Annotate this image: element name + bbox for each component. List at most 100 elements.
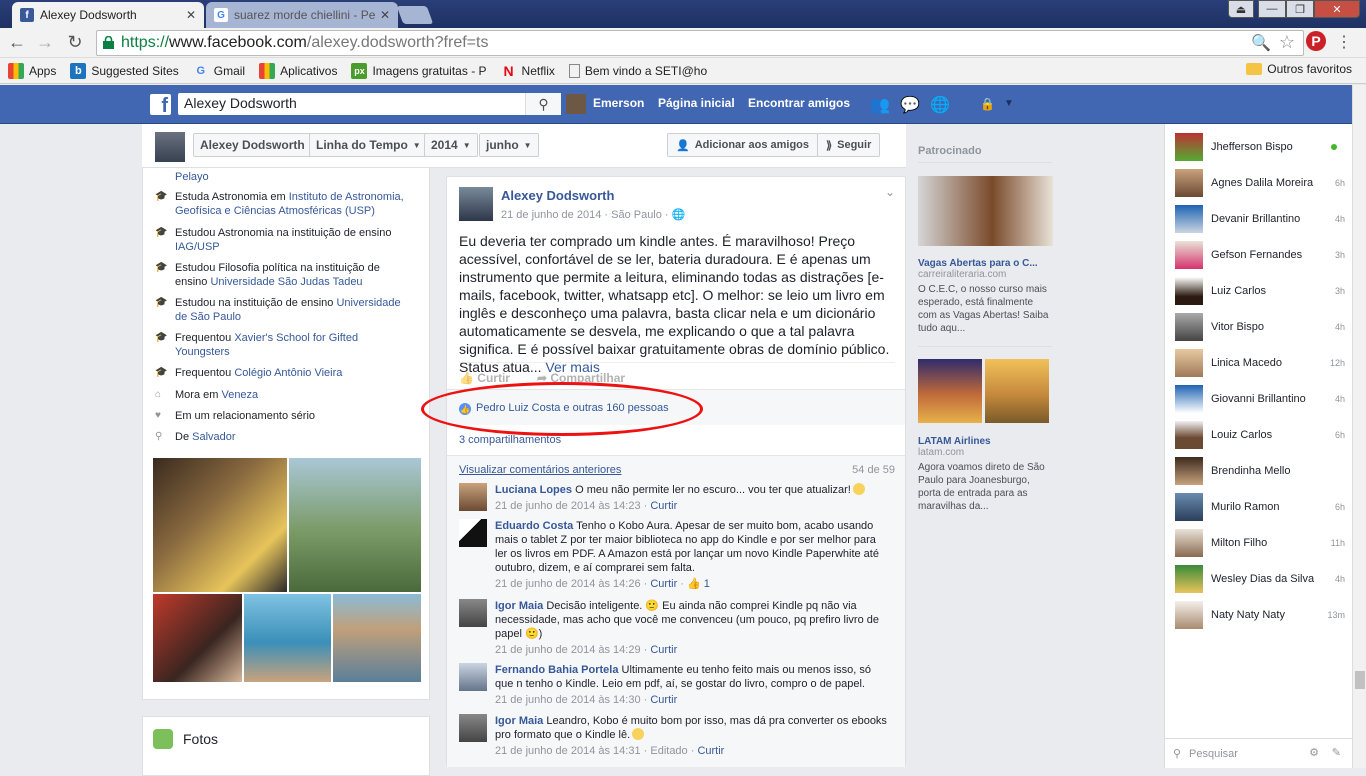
view-previous-comments-link[interactable]: Visualizar comentários anteriores (459, 464, 621, 476)
bookmark-aplicativos[interactable]: Aplicativos (259, 62, 337, 79)
back-arrow-icon[interactable]: ← (6, 32, 28, 53)
commenter-avatar[interactable] (459, 663, 487, 691)
commenter-name[interactable]: Igor Maia (495, 600, 543, 612)
ad-image-latam-2[interactable] (985, 359, 1049, 423)
close-tab-icon[interactable]: ✕ (380, 8, 390, 22)
chat-friend[interactable]: Naty Naty Naty 13m (1175, 600, 1345, 630)
comment-time[interactable]: 21 de junho de 2014 às 14:29 (495, 644, 641, 656)
bookmark-star-icon[interactable]: ☆ (1279, 32, 1295, 53)
ad-domain[interactable]: latam.com (918, 447, 1052, 458)
post-options-chevron-icon[interactable]: ⌄ (885, 185, 895, 199)
forward-arrow-icon[interactable]: → (34, 32, 56, 53)
user-avatar[interactable] (566, 94, 586, 114)
ad-domain[interactable]: carreiraliteraria.com (918, 269, 1052, 280)
follow-button[interactable]: ⟫ Seguir (817, 133, 881, 157)
close-window-button[interactable]: ✕ (1314, 0, 1360, 18)
account-menu-chevron-icon[interactable]: ▼ (1004, 98, 1014, 109)
profile-avatar[interactable] (155, 132, 185, 162)
intro-link[interactable]: Salvador (192, 431, 235, 443)
add-friend-button[interactable]: 👤 Adicionar aos amigos (667, 133, 819, 157)
tab-alexey-dodsworth[interactable]: f Alexey Dodsworth ✕ (12, 2, 204, 28)
bookmark-imagens-gratuitas[interactable]: px Imagens gratuitas - P (351, 62, 487, 79)
commenter-name[interactable]: Luciana Lopes (495, 484, 572, 496)
chat-friend[interactable]: Brendinha Mello (1175, 456, 1345, 486)
breadcrumb-name[interactable]: Alexey Dodsworth (193, 133, 312, 157)
notifications-globe-icon[interactable]: 🌐 (930, 95, 950, 115)
user-icon[interactable]: ⏏ (1228, 0, 1254, 18)
messages-icon[interactable]: 💬 (900, 95, 920, 115)
minimize-button[interactable]: — (1258, 0, 1286, 18)
comment-time[interactable]: 21 de junho de 2014 às 14:31 (495, 745, 641, 757)
featured-photo[interactable] (244, 594, 331, 682)
chat-settings-gear-icon[interactable]: ⚙ (1309, 746, 1319, 759)
photos-title[interactable]: Fotos (183, 731, 218, 747)
chat-friend[interactable]: Milton Filho 11h (1175, 528, 1345, 558)
chat-friend[interactable]: Luiz Carlos 3h (1175, 276, 1345, 306)
breadcrumb-timeline[interactable]: Linha do Tempo ▼ (309, 133, 428, 157)
like-button[interactable]: 👍 Curtir (459, 371, 510, 385)
reload-icon[interactable]: ↻ (64, 32, 86, 53)
comment-like-link[interactable]: Curtir (697, 745, 724, 757)
post-author-avatar[interactable] (459, 187, 493, 221)
friend-requests-icon[interactable]: 👥 (870, 95, 890, 115)
commenter-name[interactable]: Igor Maia (495, 715, 543, 727)
nav-user-profile[interactable]: Emerson (593, 96, 644, 110)
chat-friend[interactable]: Agnes Dalila Moreira 6h (1175, 168, 1345, 198)
chat-friend[interactable]: Vitor Bispo 4h (1175, 312, 1345, 342)
scrollbar-thumb[interactable] (1355, 671, 1365, 689)
tab-suarez[interactable]: G suarez morde chiellini - Pe ✕ (206, 2, 398, 28)
post-place[interactable]: São Paulo (611, 209, 662, 221)
ad-title[interactable]: Vagas Abertas para o C... (918, 258, 1052, 269)
chat-search-input[interactable]: ⚲ Pesquisar ⚙ ✎ (1165, 738, 1353, 768)
ad-image-latam-1[interactable] (918, 359, 982, 423)
bookmark-suggested-sites[interactable]: b Suggested Sites (70, 62, 179, 79)
address-bar[interactable]: https://www.facebook.com/alexey.dodswort… (96, 30, 1304, 56)
commenter-avatar[interactable] (459, 519, 487, 547)
other-bookmarks[interactable]: Outros favoritos (1246, 62, 1352, 76)
ad-title[interactable]: LATAM Airlines (918, 436, 1052, 447)
breadcrumb-month[interactable]: junho ▼ (479, 133, 539, 157)
commenter-avatar[interactable] (459, 483, 487, 511)
featured-photo[interactable] (333, 594, 421, 682)
featured-photo[interactable] (153, 458, 287, 592)
comment-time[interactable]: 21 de junho de 2014 às 14:23 (495, 500, 641, 512)
comment-like-link[interactable]: Curtir (650, 500, 677, 512)
chat-friend[interactable]: Linica Macedo 12h (1175, 348, 1345, 378)
chat-friend[interactable]: Louiz Carlos 6h (1175, 420, 1345, 450)
privacy-shortcuts-icon[interactable]: 🔒 (980, 97, 995, 111)
new-message-icon[interactable]: ✎ (1332, 746, 1341, 759)
commenter-name[interactable]: Eduardo Costa (495, 520, 573, 532)
comment-like-link[interactable]: Curtir (650, 644, 677, 656)
comment-likes-count[interactable]: 1 (704, 578, 710, 590)
bookmark-apps[interactable]: Apps (8, 62, 56, 79)
chat-friend[interactable]: Jhefferson Bispo (1175, 132, 1345, 162)
intro-link[interactable]: Universidade São Judas Tadeu (210, 276, 362, 288)
comment-like-link[interactable]: Curtir (650, 578, 677, 590)
commenter-name[interactable]: Fernando Bahia Portela (495, 664, 618, 676)
comment-time[interactable]: 21 de junho de 2014 às 14:26 (495, 578, 641, 590)
post-author-name[interactable]: Alexey Dodsworth (501, 188, 614, 203)
bookmark-gmail[interactable]: G Gmail (193, 63, 245, 79)
breadcrumb-year[interactable]: 2014 ▼ (424, 133, 478, 157)
new-tab-button[interactable] (396, 6, 434, 24)
facebook-logo-icon[interactable]: f (150, 94, 171, 116)
comment-like-link[interactable]: Curtir (650, 694, 677, 706)
nav-home[interactable]: Página inicial (658, 96, 735, 110)
close-tab-icon[interactable]: ✕ (186, 8, 196, 22)
search-icon[interactable]: ⚲ (525, 93, 561, 115)
comment-time[interactable]: 21 de junho de 2014 às 14:30 (495, 694, 641, 706)
maximize-button[interactable]: ❐ (1286, 0, 1314, 18)
commenter-avatar[interactable] (459, 714, 487, 742)
facebook-search-input[interactable]: Alexey Dodsworth ⚲ (178, 93, 561, 115)
featured-photo[interactable] (153, 594, 242, 682)
post-date[interactable]: 21 de junho de 2014 (501, 209, 601, 221)
pinterest-extension-icon[interactable]: P (1306, 31, 1326, 51)
page-scrollbar[interactable] (1352, 85, 1366, 768)
featured-photo[interactable] (289, 458, 421, 592)
intro-link[interactable]: Veneza (221, 389, 258, 401)
bookmark-netflix[interactable]: N Netflix (501, 63, 554, 79)
nav-find-friends[interactable]: Encontrar amigos (748, 96, 850, 110)
intro-link[interactable]: Pelayo (175, 171, 209, 183)
chat-friend[interactable]: Devanir Brillantino 4h (1175, 204, 1345, 234)
intro-link[interactable]: Colégio Antônio Vieira (234, 367, 342, 379)
